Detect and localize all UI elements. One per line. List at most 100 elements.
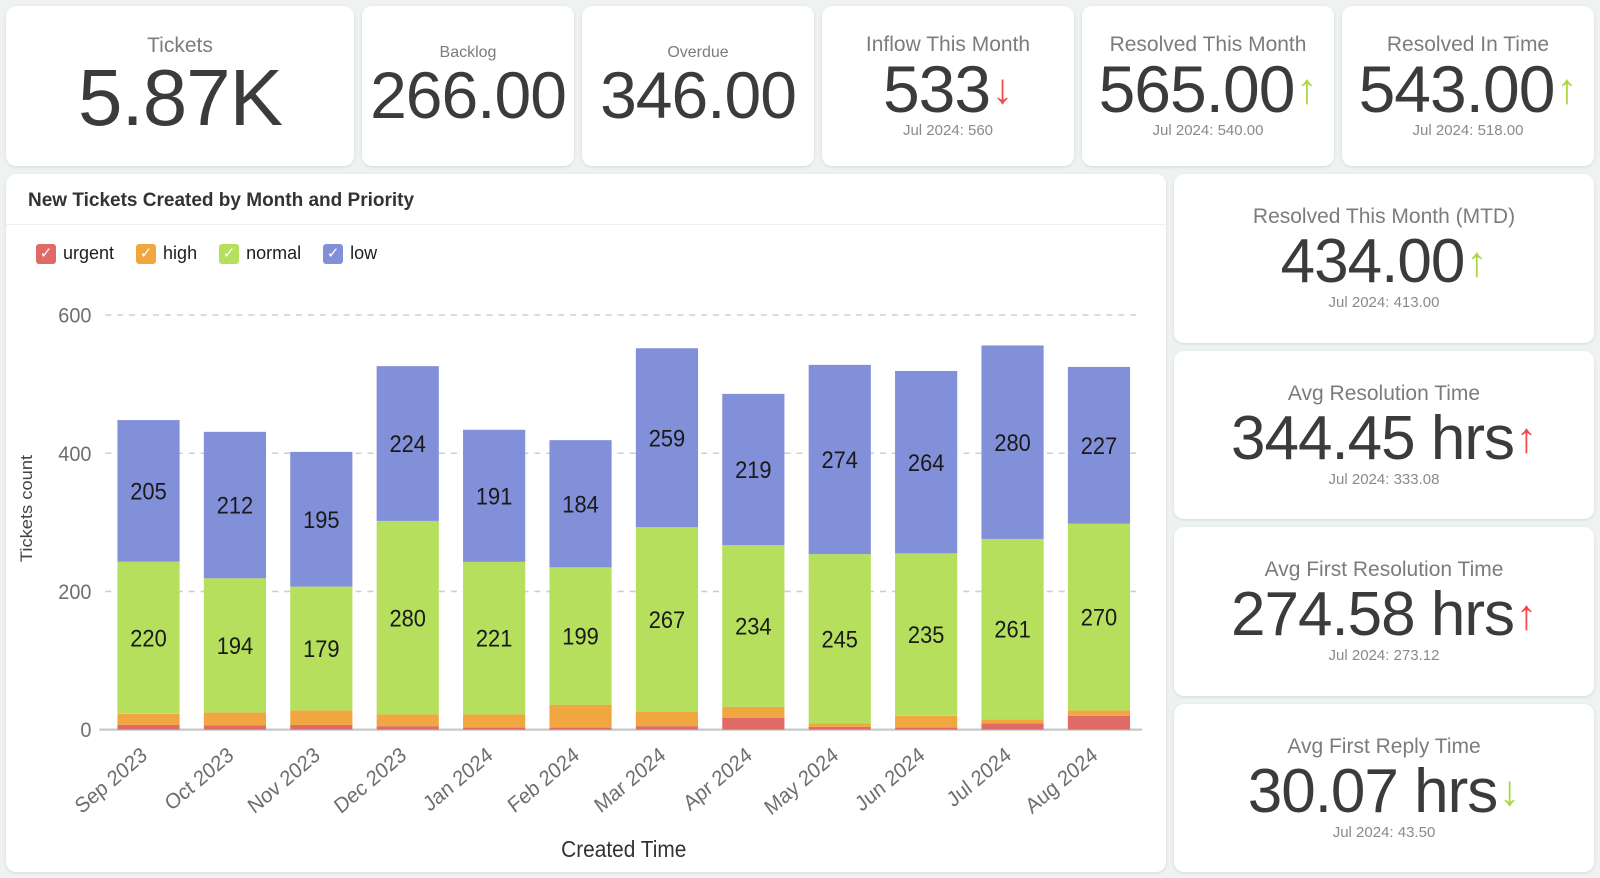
kpi-card-inflow-this-month[interactable]: Inflow This Month 533 ↓ Jul 2024: 560	[822, 6, 1074, 166]
checkmark-icon[interactable]: ✓	[219, 243, 240, 264]
bar-segment-high[interactable]	[1067, 710, 1131, 716]
kpi-card-resolved-this-month[interactable]: Resolved This Month 565.00 ↑ Jul 2024: 5…	[1082, 6, 1334, 166]
bar-segment-high[interactable]	[722, 706, 785, 718]
kpi-value-row: 30.07 hrs ↓	[1248, 759, 1521, 824]
chart-card-new-tickets: New Tickets Created by Month and Priorit…	[6, 174, 1166, 872]
kpi-value-row: 543.00 ↑	[1359, 56, 1578, 122]
x-axis-tick-label: Mar 2024	[590, 743, 670, 818]
bar-segment-high[interactable]	[376, 714, 439, 727]
bar-value-label: 191	[476, 482, 512, 509]
bar-value-label: 280	[994, 429, 1030, 456]
checkmark-icon[interactable]: ✓	[323, 243, 344, 264]
chart-legend: ✓ urgent ✓ high ✓ normal ✓ low	[6, 225, 1166, 268]
legend-item-low[interactable]: ✓ low	[323, 243, 377, 264]
kpi-previous-value: Jul 2024: 518.00	[1412, 122, 1524, 140]
x-axis-tick-label: Nov 2023	[244, 743, 325, 819]
x-axis-tick-label: Aug 2024	[1021, 743, 1102, 819]
x-axis-label: Created Time	[561, 836, 686, 862]
y-axis-label: Tickets count	[16, 455, 35, 562]
bar-segment-high[interactable]	[463, 714, 526, 728]
bar-value-label: 212	[217, 492, 253, 519]
bar-segment-urgent[interactable]	[635, 726, 699, 730]
kpi-value-row: 344.45 hrs ↑	[1231, 406, 1537, 471]
kpi-card-tickets[interactable]: Tickets 5.87K	[6, 6, 354, 166]
kpi-value: 434.00	[1280, 227, 1466, 297]
stacked-bar-chart[interactable]: Tickets count 0 200 400 600 220 205 Sep 2023 194…	[6, 268, 1166, 872]
bar-segment-urgent[interactable]	[290, 724, 353, 730]
kpi-value: 533	[882, 52, 991, 127]
trend-up-icon: ↑	[1556, 65, 1578, 113]
kpi-value: 344.45 hrs	[1231, 403, 1515, 473]
bar-value-label: 267	[649, 606, 685, 633]
kpi-card-avg-first-reply-time[interactable]: Avg First Reply Time 30.07 hrs ↓ Jul 202…	[1174, 703, 1594, 872]
bar-segment-high[interactable]	[635, 711, 699, 727]
bar-value-label: 195	[303, 506, 339, 533]
y-axis-tick-label: 600	[58, 304, 91, 328]
trend-down-icon: ↓	[1499, 767, 1521, 815]
kpi-title: Resolved This Month (MTD)	[1252, 205, 1516, 229]
legend-label: urgent	[63, 243, 115, 263]
legend-item-normal[interactable]: ✓ normal	[219, 243, 301, 264]
bar-value-label: 261	[994, 616, 1030, 643]
bar-value-label: 224	[390, 430, 427, 457]
x-axis-tick-label: Oct 2023	[161, 743, 238, 816]
bar-segment-urgent[interactable]	[203, 725, 267, 730]
bar-value-label: 245	[822, 626, 858, 653]
kpi-value: 30.07 hrs	[1247, 756, 1499, 826]
kpi-card-resolved-this-month-mtd[interactable]: Resolved This Month (MTD) 434.00 ↑ Jul 2…	[1174, 174, 1594, 343]
bar-segment-high[interactable]	[290, 710, 353, 725]
bar-value-label: 199	[562, 623, 598, 650]
bar-segment-high[interactable]	[203, 712, 267, 726]
x-axis-tick-label: May 2024	[760, 743, 842, 820]
bar-segment-urgent[interactable]	[463, 727, 526, 730]
kpi-previous-value: Jul 2024: 43.50	[1332, 823, 1436, 841]
kpi-previous-value: Jul 2024: 560	[902, 122, 994, 140]
chart-plot-area: Tickets count 0 200 400 600 220 205 Sep 2023 194…	[6, 268, 1166, 872]
trend-up-icon: ↑	[1296, 65, 1318, 113]
bar-segment-high[interactable]	[808, 723, 871, 727]
bar-value-label: 194	[217, 632, 254, 659]
legend-item-urgent[interactable]: ✓ urgent	[36, 243, 114, 264]
dashboard-body: New Tickets Created by Month and Priorit…	[6, 174, 1594, 878]
legend-label: high	[163, 243, 198, 263]
kpi-title: Avg First Reply Time	[1287, 734, 1481, 758]
kpi-card-avg-resolution-time[interactable]: Avg Resolution Time 344.45 hrs ↑ Jul 202…	[1174, 350, 1594, 519]
x-axis-tick-label: Sep 2023	[71, 743, 152, 819]
kpi-value: 5.87K	[77, 52, 283, 142]
bar-segment-urgent[interactable]	[895, 727, 958, 730]
bar-segment-urgent[interactable]	[117, 724, 180, 730]
y-axis-tick-label: 400	[58, 442, 91, 466]
kpi-title: Avg First Resolution Time	[1264, 558, 1504, 582]
bar-value-label: 234	[735, 613, 772, 640]
bar-segment-high[interactable]	[117, 713, 180, 725]
bar-segment-urgent[interactable]	[808, 726, 871, 730]
kpi-value-row: 434.00 ↑	[1281, 229, 1488, 294]
kpi-card-resolved-in-time[interactable]: Resolved In Time 543.00 ↑ Jul 2024: 518.…	[1342, 6, 1594, 166]
y-axis-tick-label: 200	[58, 580, 91, 604]
bar-value-label: 221	[476, 625, 512, 652]
kpi-previous-value: Jul 2024: 333.08	[1328, 470, 1440, 488]
checkmark-icon[interactable]: ✓	[136, 243, 157, 264]
side-kpi-column: Resolved This Month (MTD) 434.00 ↑ Jul 2…	[1174, 174, 1594, 872]
kpi-card-overdue[interactable]: Overdue 346.00	[582, 6, 814, 166]
y-axis-tick-label: 0	[80, 718, 91, 742]
trend-up-icon: ↑	[1466, 237, 1488, 285]
bar-segment-urgent[interactable]	[722, 717, 785, 730]
kpi-card-backlog[interactable]: Backlog 266.00	[362, 6, 574, 166]
kpi-value-row: 346.00	[600, 62, 797, 128]
bar-value-label: 227	[1081, 432, 1117, 459]
kpi-card-avg-first-resolution-time[interactable]: Avg First Resolution Time 274.58 hrs ↑ J…	[1174, 527, 1594, 696]
checkmark-icon[interactable]: ✓	[36, 243, 56, 264]
bar-segment-urgent[interactable]	[549, 727, 612, 730]
bar-segment-urgent[interactable]	[376, 726, 439, 730]
legend-label: low	[350, 243, 378, 263]
bar-segment-urgent[interactable]	[981, 723, 1044, 730]
dashboard: Tickets 5.87K Backlog 266.00 Overdue 346…	[0, 0, 1600, 878]
legend-item-high[interactable]: ✓ high	[136, 243, 197, 264]
bar-segment-urgent[interactable]	[1067, 715, 1131, 730]
bar-segment-high[interactable]	[895, 715, 958, 728]
legend-label: normal	[246, 243, 302, 263]
bar-segment-high[interactable]	[549, 704, 612, 728]
bar-segment-high[interactable]	[981, 719, 1044, 724]
x-axis-tick-label: Feb 2024	[504, 743, 584, 818]
